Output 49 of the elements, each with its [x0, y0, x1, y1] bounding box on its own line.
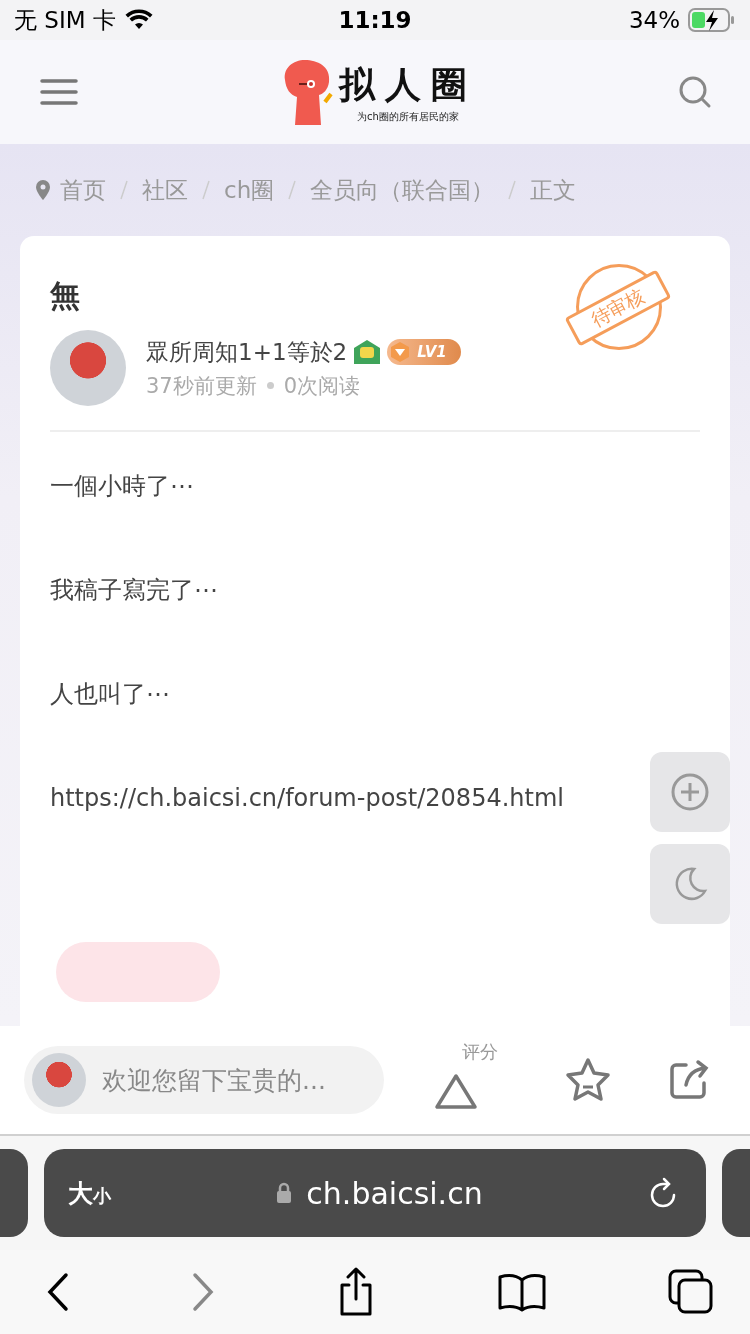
- lock-icon: [276, 1182, 293, 1204]
- breadcrumb-separator-icon: [508, 180, 517, 200]
- breadcrumb-separator-icon: [288, 180, 297, 200]
- text-size-button[interactable]: 大小: [68, 1176, 111, 1210]
- plus-circle-icon: [670, 772, 710, 812]
- breadcrumb-link[interactable]: ch圈: [224, 174, 275, 206]
- tabs-icon[interactable]: [668, 1269, 714, 1315]
- add-button[interactable]: [650, 752, 730, 832]
- logo-subtitle: 为ch圈的所有居民的家: [357, 109, 459, 124]
- url-text: ch.baicsi.cn: [306, 1175, 483, 1211]
- post-paragraph: https://ch.baicsi.cn/forum-post/20854.html: [50, 783, 564, 814]
- tab-preview[interactable]: [722, 1149, 750, 1237]
- book-icon[interactable]: [497, 1272, 547, 1312]
- post-paragraph: 我稿子寫完了⋯: [50, 575, 218, 606]
- post-paragraph: 人也叫了⋯: [50, 679, 170, 710]
- breadcrumb-separator-icon: [120, 180, 128, 200]
- breadcrumb-link[interactable]: 社区: [142, 174, 188, 206]
- badge-icon: [353, 339, 382, 365]
- battery-icon: [688, 7, 736, 33]
- avatar: [32, 1053, 86, 1107]
- battery-percent: 34%: [628, 7, 680, 33]
- breadcrumb-separator-icon: [202, 180, 210, 200]
- carrier-text: 无 SIM 卡: [14, 5, 116, 35]
- post-paragraph: 一個小時了⋯: [50, 471, 194, 502]
- view-count: 0次阅读: [283, 372, 361, 400]
- separator-dot: [266, 382, 274, 389]
- breadcrumb-link[interactable]: 全员向（联合国）: [310, 174, 495, 206]
- breadcrumb-link[interactable]: 首页: [60, 174, 106, 206]
- reload-icon[interactable]: [648, 1177, 678, 1209]
- search-icon[interactable]: [678, 75, 712, 109]
- update-time: 37秒前更新: [146, 372, 257, 400]
- triangle-icon[interactable]: [434, 1072, 478, 1110]
- address-bar[interactable]: 大小 ch.baicsi.cn: [44, 1149, 706, 1237]
- author-name[interactable]: 眾所周知1+1等於2: [146, 336, 348, 368]
- dark-mode-button[interactable]: [650, 844, 730, 924]
- post-title: 無: [50, 277, 80, 315]
- back-icon[interactable]: [46, 1272, 70, 1312]
- menu-icon[interactable]: [40, 78, 78, 106]
- clock-text: 11:19: [338, 7, 412, 33]
- location-pin-icon: [36, 180, 50, 200]
- breadcrumb-current: 正文: [530, 175, 577, 205]
- star-icon[interactable]: [564, 1057, 612, 1103]
- tab-preview[interactable]: [0, 1149, 28, 1237]
- wifi-icon: [123, 9, 154, 31]
- comment-input[interactable]: 欢迎您留下宝贵的...: [100, 1064, 374, 1096]
- logo-title: 拟人圈: [339, 62, 477, 107]
- rating-label: 评分: [462, 1040, 498, 1064]
- comment-field[interactable]: 欢迎您留下宝贵的...: [24, 1046, 384, 1114]
- level-badge: LV1: [387, 339, 461, 365]
